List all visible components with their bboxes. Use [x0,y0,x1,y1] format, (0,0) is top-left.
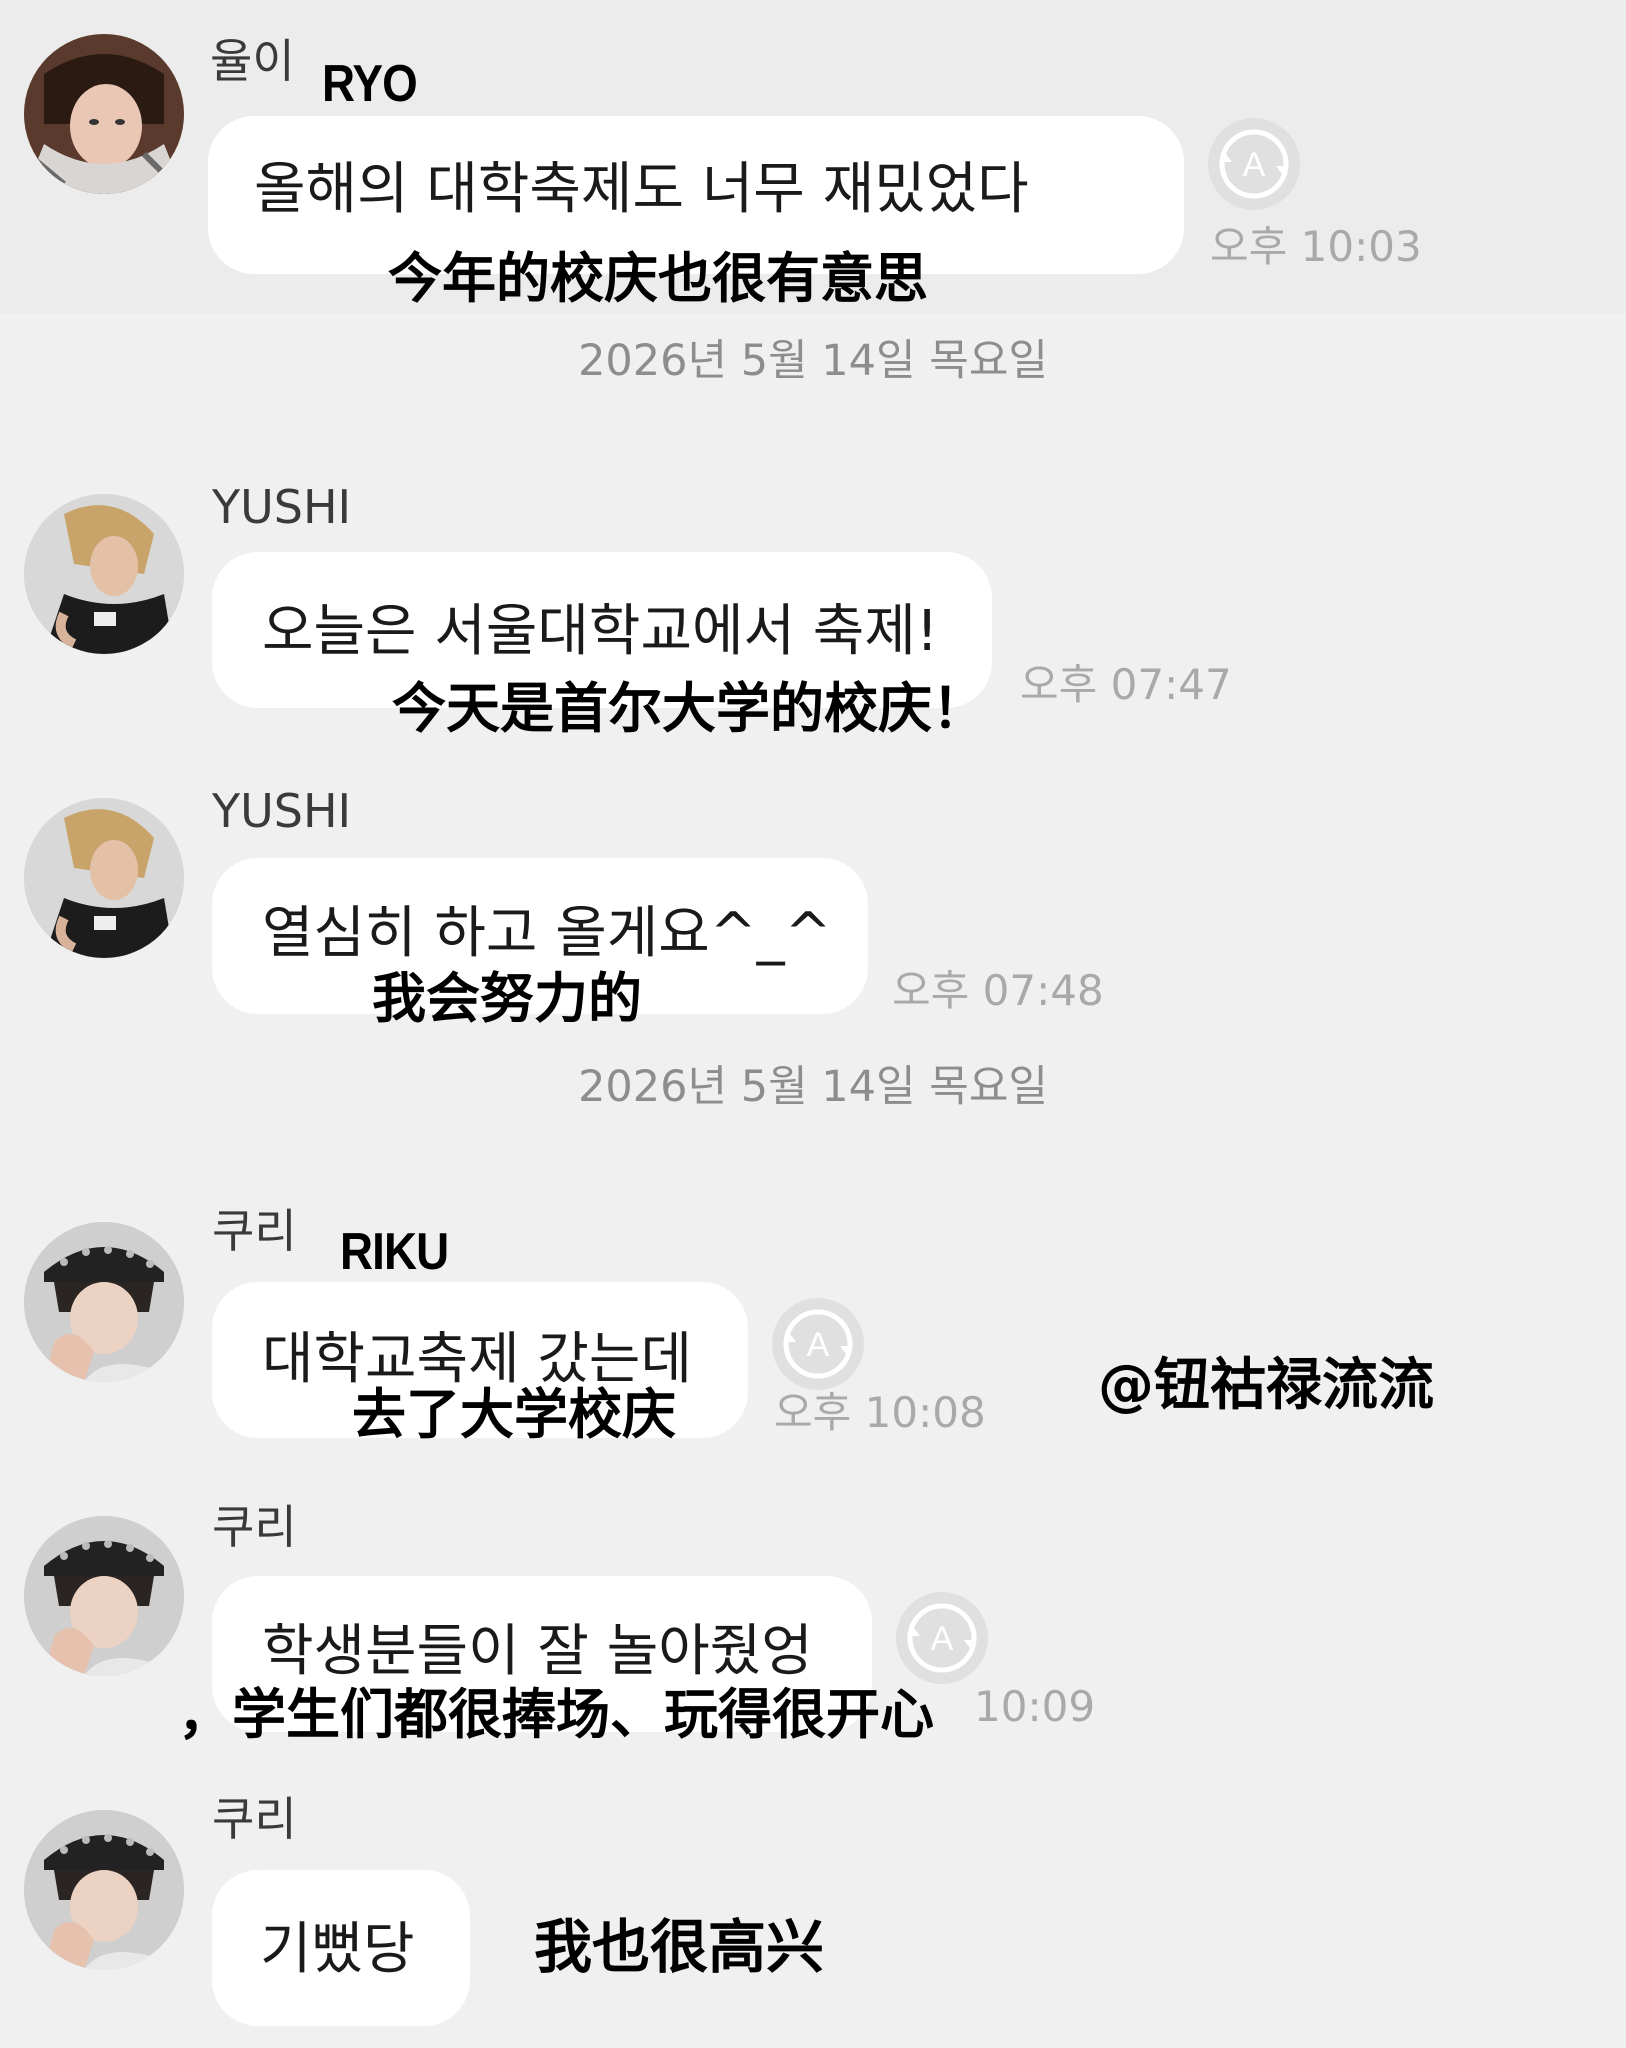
sender-name: YUSHI [212,784,352,838]
svg-text:A: A [807,1326,830,1364]
message-text: 열심히 하고 올게요^_^ [262,901,832,966]
translation-caption: 去了大学校庆 [352,1383,676,1446]
watermark: @钮祜禄流流 [1098,1353,1434,1418]
translate-glyph: A [783,1309,853,1379]
message-text: 학생분들이 잘 놀아줬엉 [262,1619,813,1684]
timestamp: 오후 07:47 [1020,660,1232,709]
translate-glyph: A [907,1603,977,1673]
sender-name: 쿠리 [212,1204,297,1258]
message-text: 기뻤당 [260,1917,415,1982]
message-text: 오늘은 서울대학교에서 축제! [262,599,939,664]
translate-icon[interactable]: A [896,1592,988,1684]
avatar[interactable] [24,798,184,958]
translation-caption: 今年的校庆也很有意思 [388,247,928,310]
timestamp: 10:09 [974,1682,1096,1731]
translate-glyph: A [1219,129,1289,199]
date-separator: 2026년 5월 14일 목요일 [578,336,1048,386]
message-text: 대학교축제 갔는데 [262,1327,692,1392]
sender-name-overlay: RIKU [340,1223,449,1281]
timestamp: 오후 07:48 [892,966,1104,1015]
avatar[interactable] [24,494,184,654]
message-text: 올해의 대학축제도 너무 재밌었다 [254,157,1029,222]
avatar-photo [24,1516,184,1676]
sender-name: 쿠리 [212,1500,297,1554]
avatar-photo [24,1222,184,1382]
translation-caption: 我也很高兴 [534,1913,825,1981]
message-bubble[interactable]: 기뻤당 [212,1870,470,2026]
timestamp: 오후 10:08 [774,1388,986,1437]
avatar[interactable] [24,1810,184,1970]
translation-caption: 我会努力的 [372,967,642,1030]
svg-text:A: A [1243,146,1266,184]
translation-caption: ，学生们都很捧场、玩得很开心 [178,1683,934,1746]
date-separator: 2026년 5월 14일 목요일 [578,1062,1048,1112]
avatar[interactable] [24,34,184,194]
avatar-photo [24,798,184,958]
translation-caption: 今天是首尔大学的校庆！ [392,677,986,740]
svg-text:A: A [931,1620,954,1658]
sender-name: 쿠리 [212,1792,297,1846]
sender-name: YUSHI [212,480,352,534]
translate-icon[interactable]: A [772,1298,864,1390]
avatar-photo [24,1810,184,1970]
sender-name: 율이 [210,34,295,88]
translate-icon[interactable]: A [1208,118,1300,210]
avatar-photo [24,494,184,654]
avatar[interactable] [24,1222,184,1382]
avatar[interactable] [24,1516,184,1676]
sender-name-overlay: RYO [322,55,418,113]
timestamp: 오후 10:03 [1210,222,1422,271]
avatar-photo [24,34,184,194]
